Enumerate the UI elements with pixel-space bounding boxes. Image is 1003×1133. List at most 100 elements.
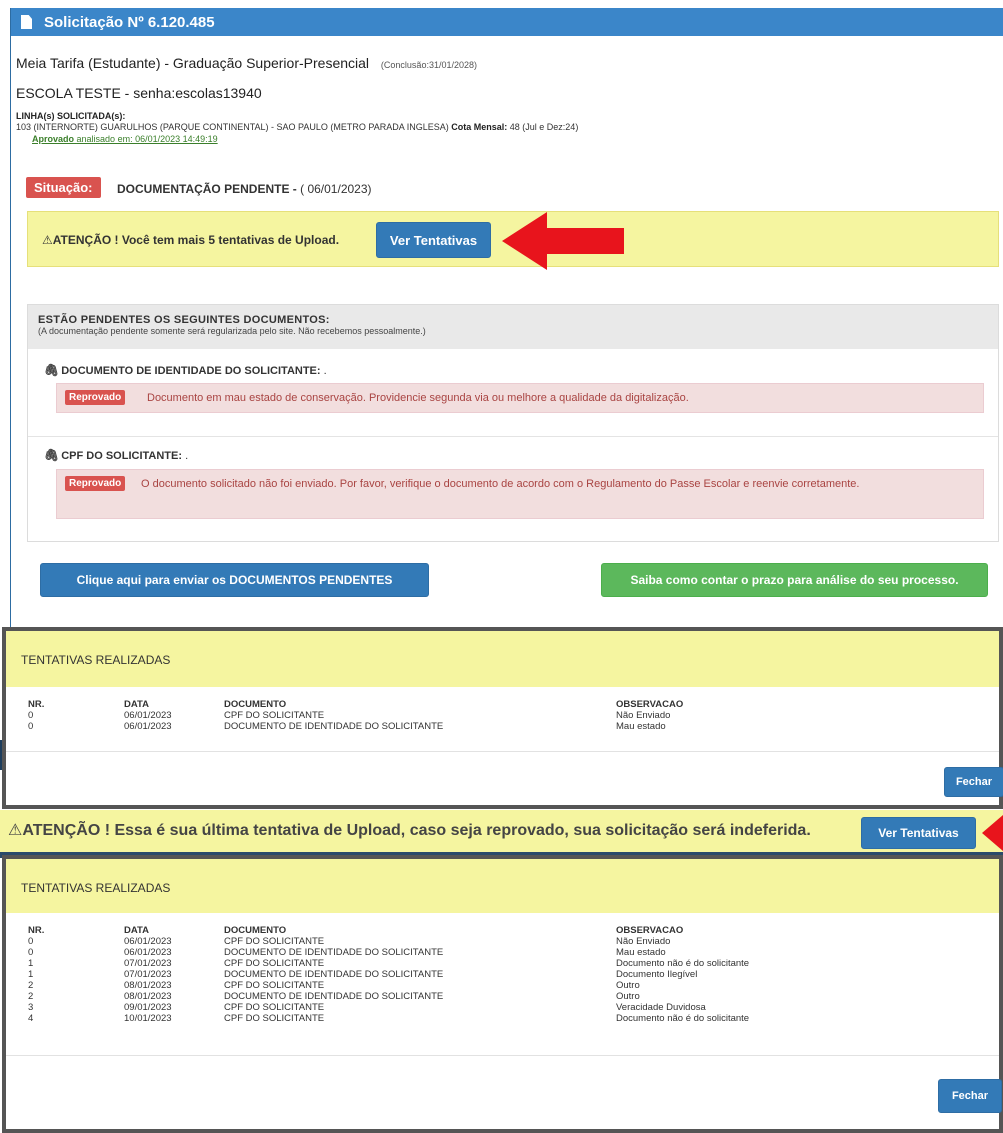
benefit-type: Meia Tarifa (Estudante) - Graduação Supe… (16, 55, 370, 71)
table-cell: 07/01/2023 (124, 958, 172, 969)
status-badge: Situação: (26, 177, 101, 198)
table-cell: Não Enviado (616, 936, 671, 947)
modal-header: TENTATIVAS REALIZADAS (6, 631, 999, 687)
status-value: DOCUMENTAÇÃO PENDENTE - (117, 182, 301, 196)
red-arrow-icon (502, 212, 624, 270)
table-cell: 2 (28, 980, 34, 991)
deadline-info-button[interactable]: Saiba como contar o prazo para análise d… (601, 563, 988, 597)
approved-link[interactable]: Aprovado analisado em: 06/01/2023 14:49:… (32, 134, 218, 144)
status-date: ( 06/01/2023) (300, 182, 372, 196)
column-header: DATA (124, 699, 149, 710)
table-row: 0 06/01/2023 DOCUMENTO DE IDENTIDADE DO SO… (28, 947, 988, 958)
modal-title: TENTATIVAS REALIZADAS (21, 653, 171, 667)
doc-identity-error: Reprovado Documento em mau estado de con… (56, 383, 984, 413)
paperclip-icon: 🖇 (44, 448, 60, 462)
pending-docs-subtitle: (A documentação pendente somente será re… (38, 326, 426, 336)
doc-cpf-label: CPF DO SOLICITANTE: (61, 450, 183, 462)
table-header: NR. DATA DOCUMENTO OBSERVACAO (28, 925, 988, 936)
table-cell: 4 (28, 1013, 34, 1024)
quota-value: 48 (Jul e Dez:24) (509, 122, 579, 132)
table-cell: CPF DO SOLICITANTE (224, 1002, 325, 1013)
view-attempts-button-2[interactable]: Ver Tentativas (861, 817, 976, 849)
attempts-modal-2: TENTATIVAS REALIZADAS NR. DATA DOCUMENTO OB… (2, 855, 1003, 1133)
table-cell: 08/01/2023 (124, 991, 172, 1002)
table-cell: 10/01/2023 (124, 1013, 172, 1024)
modal-title: TENTATIVAS REALIZADAS (21, 881, 171, 895)
column-header: DATA (124, 925, 149, 936)
table-cell: 0 (28, 710, 34, 721)
table-cell: CPF DO SOLICITANTE (224, 710, 325, 721)
quota-label: Cota Mensal: (451, 122, 508, 132)
doc-cpf-suffix: . (182, 450, 189, 462)
paperclip-icon: 🖇 (44, 363, 60, 377)
table-row: 2 08/01/2023 CPF DO SOLICITANTE Outro (28, 980, 988, 991)
modal-divider (6, 1055, 999, 1056)
table-cell: 06/01/2023 (124, 936, 172, 947)
table-row: 0 06/01/2023 CPF DO SOLICITANTE Não Enviado (28, 710, 988, 721)
doc-identity-label: DOCUMENTO DE IDENTIDADE DO SOLICITANTE: (61, 365, 321, 377)
lines-text: 103 (INTERNORTE) GUARULHOS (PARQUE CONTI… (16, 122, 578, 132)
doc-divider (28, 436, 998, 437)
doc-identity-message: Documento em mau estado de conservação. … (147, 392, 689, 404)
column-header: DOCUMENTO (224, 925, 287, 936)
table-cell: Outro (616, 980, 640, 991)
panel-title: Solicitação Nº 6.120.485 (44, 13, 215, 31)
table-cell: CPF DO SOLICITANTE (224, 936, 325, 947)
doc-identity-suffix: . (320, 365, 327, 377)
lines-label: LINHA(s) SOLICITADA(s): (16, 111, 126, 121)
modal-header: TENTATIVAS REALIZADAS (6, 859, 999, 913)
doc-identity-title: 🖇 DOCUMENTO DE IDENTIDADE DO SOLICITANTE:… (44, 363, 327, 377)
table-cell: 06/01/2023 (124, 721, 172, 732)
view-attempts-button[interactable]: Ver Tentativas (376, 222, 491, 258)
table-cell: DOCUMENTO DE IDENTIDADE DO SOLICITANTE (224, 721, 444, 732)
table-cell: 0 (28, 721, 34, 732)
close-modal-button[interactable]: Fechar (944, 767, 1003, 797)
table-cell: 0 (28, 936, 34, 947)
table-cell: Documento Ilegível (616, 969, 698, 980)
table-cell: CPF DO SOLICITANTE (224, 980, 325, 991)
close-modal-button[interactable]: Fechar (938, 1079, 1002, 1113)
table-cell: Documento não é do solicitante (616, 1013, 750, 1024)
attempts-warning-text: ⚠ATENÇÃO ! Você tem mais 5 tentativas de… (42, 233, 340, 247)
column-header: NR. (28, 699, 45, 710)
approved-label: Aprovado (32, 134, 75, 144)
benefit-line: Meia Tarifa (Estudante) - Graduação Supe… (16, 55, 477, 71)
panel-header: Solicitação Nº 6.120.485 (11, 8, 1003, 36)
doc-cpf-title: 🖇 CPF DO SOLICITANTE: . (44, 448, 188, 462)
table-cell: 09/01/2023 (124, 1002, 172, 1013)
status-text: DOCUMENTAÇÃO PENDENTE - ( 06/01/2023) (117, 182, 372, 196)
table-cell: 0 (28, 947, 34, 958)
rejected-badge: Reprovado (65, 390, 126, 405)
table-cell: 08/01/2023 (124, 980, 172, 991)
table-cell: 06/01/2023 (124, 947, 172, 958)
red-arrow-icon (982, 815, 1003, 851)
attempts-modal-1: TENTATIVAS REALIZADAS NR. DATA DOCUMENTO OB… (2, 627, 1003, 809)
doc-cpf-error: Reprovado O documento solicitado não foi… (56, 469, 984, 519)
send-pending-docs-button[interactable]: Clique aqui para enviar os DOCUMENTOS PE… (40, 563, 429, 597)
table-cell: Veracidade Duvidosa (616, 1002, 706, 1013)
table-cell: CPF DO SOLICITANTE (224, 958, 325, 969)
table-cell: DOCUMENTO DE IDENTIDADE DO SOLICITANTE (224, 991, 444, 1002)
table-cell: 07/01/2023 (124, 969, 172, 980)
table-cell: 1 (28, 958, 34, 969)
table-cell: Outro (616, 991, 640, 1002)
table-cell: Documento não é do solicitante (616, 958, 750, 969)
school-line: ESCOLA TESTE - senha:escolas13940 (16, 85, 262, 101)
document-icon (21, 15, 32, 29)
table-cell: Mau estado (616, 721, 666, 732)
table-header: NR. DATA DOCUMENTO OBSERVACAO (28, 699, 988, 710)
column-header: OBSERVACAO (616, 925, 684, 936)
column-header: DOCUMENTO (224, 699, 287, 710)
table-cell: 06/01/2023 (124, 710, 172, 721)
table-cell: 2 (28, 991, 34, 1002)
doc-cpf-message: O documento solicitado não foi enviado. … (141, 478, 860, 490)
table-cell: 1 (28, 969, 34, 980)
table-row: 0 06/01/2023 CPF DO SOLICITANTE Não Enviado (28, 936, 988, 947)
table-row: 0 06/01/2023 DOCUMENTO DE IDENTIDADE DO SO… (28, 721, 988, 732)
pending-docs-title: ESTÃO PENDENTES OS SEGUINTES DOCUMENTOS: (38, 314, 330, 326)
table-cell: 3 (28, 1002, 34, 1013)
modal-divider (6, 751, 999, 752)
table-row: 1 07/01/2023 DOCUMENTO DE IDENTIDADE DO SO… (28, 969, 988, 980)
table-row: 1 07/01/2023 CPF DO SOLICITANTE Documento n… (28, 958, 988, 969)
table-row: 3 09/01/2023 CPF DO SOLICITANTE Veracidade … (28, 1002, 988, 1013)
